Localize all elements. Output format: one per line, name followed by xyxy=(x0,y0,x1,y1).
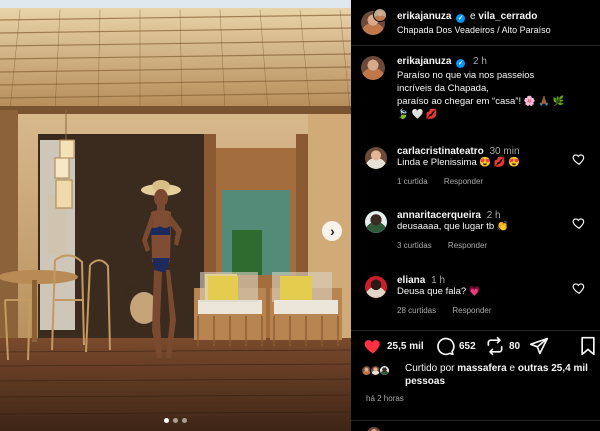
comment-likes[interactable]: 3 curtidas xyxy=(397,241,432,250)
comment-header: annaritacerqueira 2 h xyxy=(397,210,501,221)
add-comment-area xyxy=(351,420,600,431)
comment-text: deusaaaa, que lugar tb 👏 xyxy=(397,221,509,232)
comment-time[interactable]: 1 h xyxy=(431,275,445,286)
comment-likes[interactable]: 28 curtidas xyxy=(397,306,436,315)
post-header: erikajanuza ✓ e vila_cerrado Chapada Dos… xyxy=(351,0,600,46)
heart-icon xyxy=(364,340,380,354)
caption-avatar[interactable] xyxy=(361,56,385,80)
reply-button[interactable]: Responder xyxy=(444,177,483,186)
verified-icon: ✓ xyxy=(456,14,466,23)
comment-item: carlacristinateatro 30 min Linda e Pleni… xyxy=(351,143,600,197)
like-button[interactable]: 25,5 mil xyxy=(363,336,424,356)
comment-text: Deusa que fala? 💗 xyxy=(397,286,481,297)
comment-meta: 3 curtidas Responder xyxy=(397,241,501,250)
posted-time[interactable]: há 2 horas xyxy=(366,394,404,403)
commenter-username[interactable]: eliana xyxy=(397,275,425,286)
comment-time[interactable]: 30 min xyxy=(490,146,520,157)
comment-header: eliana 1 h xyxy=(397,275,445,286)
post-photo[interactable]: › xyxy=(0,0,351,431)
comment-item: eliana 1 h Deusa que fala? 💗 28 curtidas… xyxy=(351,272,600,326)
comment-time[interactable]: 2 h xyxy=(487,210,501,221)
caption-header: erikajanuza ✓ 2 h xyxy=(397,56,487,68)
collaborator-username[interactable]: vila_cerrado xyxy=(478,11,537,22)
author-username[interactable]: erikajanuza xyxy=(397,11,451,22)
commenter-avatar[interactable] xyxy=(365,147,387,169)
liked-by-prefix: Curtido por xyxy=(405,363,455,374)
comment-button[interactable]: 652 xyxy=(435,336,476,356)
commenter-avatar[interactable] xyxy=(365,211,387,233)
collab-joiner: e xyxy=(470,11,476,22)
heart-icon[interactable] xyxy=(572,152,586,166)
share-icon xyxy=(529,337,549,355)
comment-item: annaritacerqueira 2 h deusaaaa, que luga… xyxy=(351,207,600,261)
commenter-username[interactable]: carlacristinateatro xyxy=(397,146,484,157)
comment-text: Linda e Plenissima 😍 💋 😍 xyxy=(397,157,521,168)
action-bar: 25,5 mil 652 80 xyxy=(351,330,600,360)
carousel-dot xyxy=(173,418,178,423)
repost-icon xyxy=(487,336,503,356)
header-usernames: erikajanuza ✓ e vila_cerrado xyxy=(397,11,537,23)
comment-likes[interactable]: 1 curtida xyxy=(397,177,428,186)
save-button[interactable] xyxy=(579,336,597,356)
post-side-panel: erikajanuza ✓ e vila_cerrado Chapada Dos… xyxy=(351,0,600,431)
caption-line: Paraíso no que via nos passeios xyxy=(397,70,535,81)
bookmark-icon xyxy=(581,336,595,356)
reply-button[interactable]: Responder xyxy=(452,306,491,315)
location-link[interactable]: Chapada Dos Veadeiros / Alto Paraíso xyxy=(397,25,551,35)
verified-icon: ✓ xyxy=(456,59,466,68)
liked-by-text: Curtido por massafera e outras 25,4 mil … xyxy=(405,362,600,388)
liker-avatar xyxy=(379,365,390,376)
comment-count: 652 xyxy=(459,340,476,352)
heart-icon[interactable] xyxy=(572,216,586,230)
comment-header: carlacristinateatro 30 min xyxy=(397,146,520,157)
like-count[interactable]: 25,5 mil xyxy=(387,341,424,352)
comment-icon xyxy=(437,337,455,356)
commenter-avatar[interactable] xyxy=(365,276,387,298)
repost-count: 80 xyxy=(509,340,521,352)
repost-button[interactable]: 80 xyxy=(485,336,520,356)
carousel-dot xyxy=(182,418,187,423)
chevron-right-icon: › xyxy=(330,223,335,239)
caption-emojis: 🍃 🤍 💋 xyxy=(397,109,438,120)
heart-icon[interactable] xyxy=(572,281,586,295)
caption-time[interactable]: 2 h xyxy=(473,56,487,67)
collaborator-avatar[interactable] xyxy=(373,8,387,22)
caption-line: paraíso ao chegar em “casa”! 🌸 🙏🏾 🌿 xyxy=(397,96,565,107)
liked-by-joiner: e xyxy=(509,363,516,374)
comment-meta: 28 curtidas Responder xyxy=(397,306,506,315)
carousel-dot xyxy=(164,418,169,423)
carousel-dots xyxy=(0,418,351,423)
current-user-avatar xyxy=(367,427,381,431)
share-button[interactable] xyxy=(529,336,549,356)
photo-illustration xyxy=(0,0,351,431)
caption-line: incríveis da Chapada, xyxy=(397,83,489,94)
caption-username[interactable]: erikajanuza xyxy=(397,56,451,67)
commenter-username[interactable]: annaritacerqueira xyxy=(397,210,481,221)
carousel-next-button[interactable]: › xyxy=(322,221,342,241)
reply-button[interactable]: Responder xyxy=(448,241,487,250)
comment-meta: 1 curtida Responder xyxy=(397,177,497,186)
liked-by-user[interactable]: massafera xyxy=(457,363,506,374)
caption-text: Paraíso no que via nos passeios incrívei… xyxy=(397,69,587,121)
